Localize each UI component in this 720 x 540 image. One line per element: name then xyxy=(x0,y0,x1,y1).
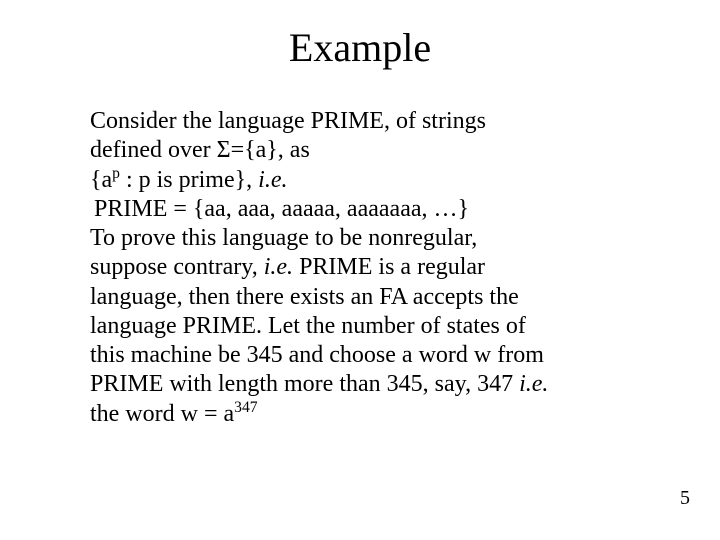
superscript: 347 xyxy=(234,399,257,416)
page-number: 5 xyxy=(680,487,690,510)
text-line: language PRIME. Let the number of states… xyxy=(90,313,526,339)
sigma-symbol: Σ xyxy=(217,137,231,163)
text-line: PRIME is a regular xyxy=(293,254,485,280)
italic-text: i.e. xyxy=(519,371,548,397)
text-line: ={a}, as xyxy=(231,137,310,163)
text-line: {a xyxy=(90,167,112,193)
text-line: language, then there exists an FA accept… xyxy=(90,284,519,310)
slide-body: Consider the language PRIME, of strings … xyxy=(90,107,630,429)
text-line: suppose contrary, xyxy=(90,254,264,280)
text-line: this machine be 345 and choose a word w … xyxy=(90,342,544,368)
italic-text: i.e. xyxy=(258,167,287,193)
text-line: : p is prime}, xyxy=(120,167,258,193)
text-line: PRIME with length more than 345, say, 34… xyxy=(90,371,519,397)
slide-title: Example xyxy=(90,24,630,71)
text-line: To prove this language to be nonregular, xyxy=(90,225,477,251)
text-line: the word w = a xyxy=(90,401,234,427)
superscript: p xyxy=(112,165,120,182)
text-line: PRIME = {aa, aaa, aaaaa, aaaaaaa, …} xyxy=(94,196,469,222)
slide: Example Consider the language PRIME, of … xyxy=(0,0,720,540)
text-line: defined over xyxy=(90,137,217,163)
text-line: Consider the language PRIME, of strings xyxy=(90,108,486,134)
italic-text: i.e. xyxy=(264,254,293,280)
